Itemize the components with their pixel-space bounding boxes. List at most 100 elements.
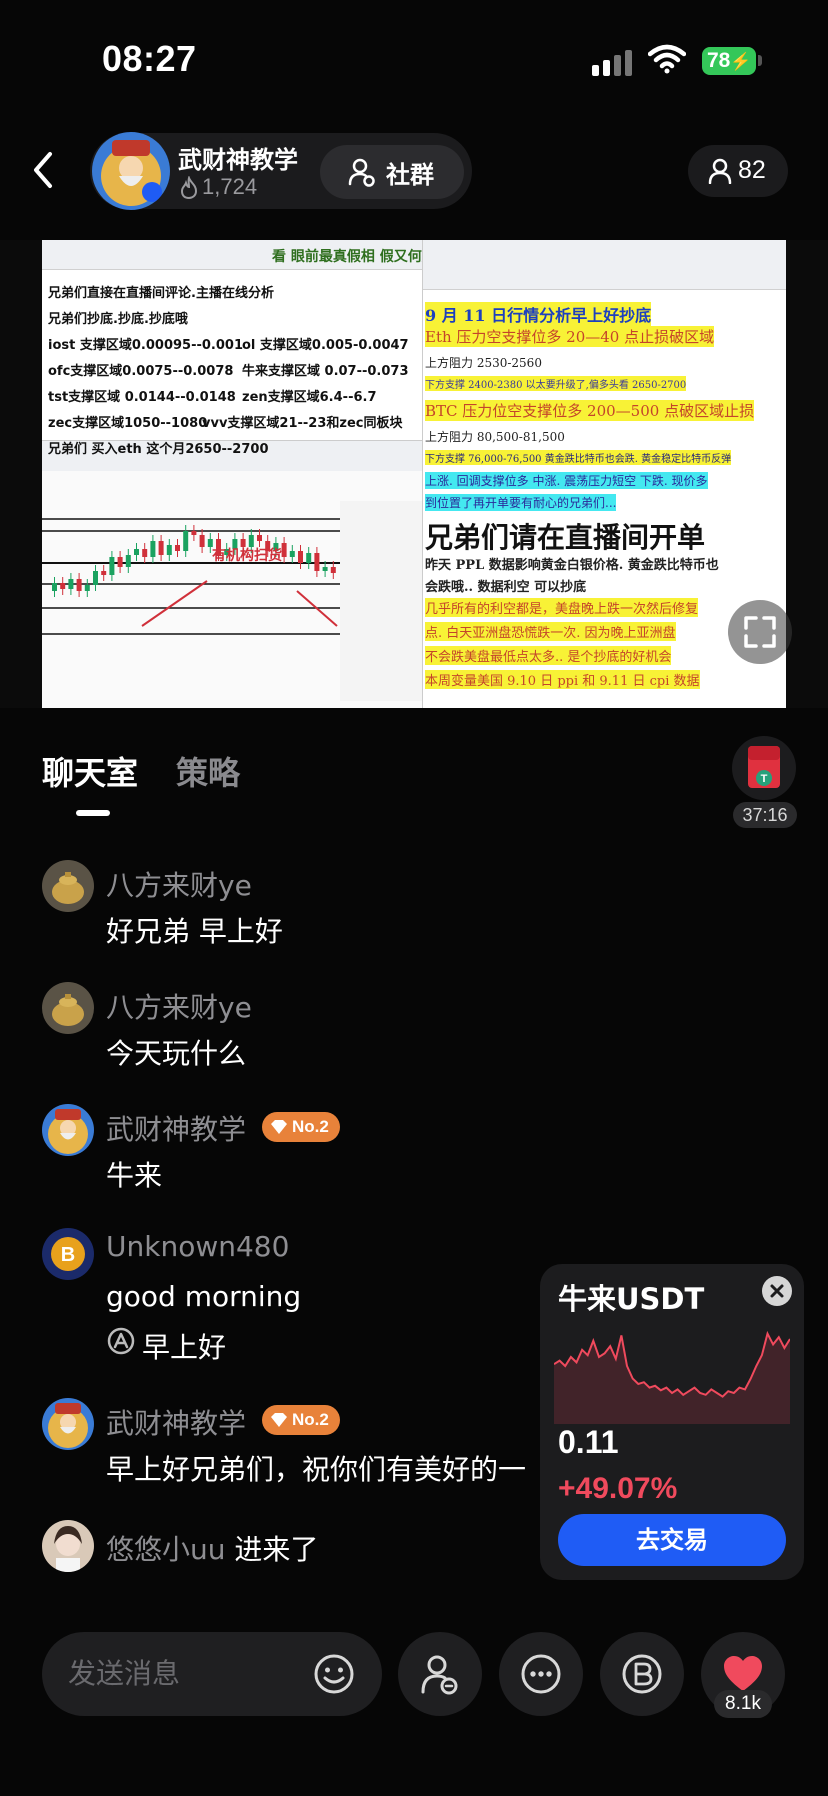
back-button[interactable] (24, 148, 64, 192)
video-text-line: vvv支撑区域21--23和zec同板块 (202, 416, 403, 431)
chart-arrow (141, 580, 338, 627)
candle-body (281, 543, 287, 557)
chat-message: 早上好兄弟们，祝你们有美好的一 (106, 1453, 527, 1486)
candle-body (306, 553, 312, 563)
avatar[interactable] (42, 1104, 94, 1156)
svg-text:T: T (761, 773, 768, 785)
candle-body (101, 571, 107, 575)
rank-badge-label: No.2 (292, 1117, 329, 1136)
chart-annotation: 有机构扫货 (212, 548, 282, 564)
host-avatar[interactable] (92, 132, 170, 210)
trade-button[interactable]: 去交易 (558, 1514, 786, 1566)
tab-active-indicator (76, 810, 110, 816)
chat-username[interactable]: 武财神教学 (106, 1108, 246, 1148)
emoji-icon[interactable] (312, 1652, 356, 1696)
video-text-line: ol 支撑区域0.005-0.0047 (242, 338, 409, 353)
doc-line: 昨天 PPL 数据影响黄金白银价格. 黄金跌比特币也 (425, 558, 719, 573)
video-left-panel: 看 眼前最真假相 假又何妨 兄弟们直接在直播间评论.主播在线分析 兄弟们抄底.抄… (42, 240, 436, 708)
avatar[interactable]: B (42, 1228, 94, 1280)
rank-badge: No.2 (262, 1112, 340, 1142)
community-icon (348, 158, 375, 187)
doc-line: 几乎所有的利空都是，美盘晚上跌一次然后修复 (425, 598, 699, 617)
host-fans-count: 1,724 (202, 174, 258, 199)
candle-body (289, 551, 295, 557)
ticker-symbol: 牛来USDT (558, 1282, 705, 1316)
chat-username[interactable]: 八方来财ye (106, 986, 252, 1026)
doc-line: Eth 压力空支撑位多 20—40 点止损破区域 (425, 326, 715, 347)
person-icon (708, 158, 732, 184)
diamond-icon (271, 1413, 287, 1427)
chat-username[interactable]: 悠悠小uu (106, 1533, 226, 1566)
wifi-icon (648, 44, 686, 74)
chat-message: 好兄弟 早上好 (106, 915, 283, 948)
more-icon (521, 1654, 561, 1694)
rank-badge: No.2 (262, 1405, 340, 1435)
doc-headline: 兄弟们请在直播间开单 (425, 521, 706, 554)
video-text-line: 兄弟们 买入eth 这个月2650--2700 (48, 442, 269, 457)
video-text-line: 牛来支撑区域 0.07--0.073 (242, 364, 409, 379)
avatar[interactable] (42, 982, 94, 1034)
chat-message: good morning (106, 1280, 302, 1313)
candle-body (298, 551, 303, 563)
crypto-button[interactable] (600, 1632, 684, 1716)
rank-badge-label: No.2 (292, 1410, 329, 1429)
follow-user-button[interactable] (398, 1632, 482, 1716)
red-packet-timer: 37:16 (733, 802, 797, 828)
candle-body (330, 567, 336, 573)
close-card-button[interactable] (762, 1276, 792, 1306)
chat-message: 牛来 (106, 1159, 163, 1192)
doc-line: 不会跌美盘最低点太多.. 是个抄底的好机会 (425, 646, 672, 665)
red-packet-icon: T (748, 746, 780, 788)
more-button[interactable] (499, 1632, 583, 1716)
candle-body (84, 585, 90, 591)
candle-body (257, 535, 262, 541)
candle-body (158, 541, 164, 555)
battery-indicator: 78⚡ (702, 47, 756, 75)
doc-line: 下方支撑 2400-2380 以太要升级了,偏多头看 2650-2700 (425, 376, 687, 391)
flame-icon (180, 176, 198, 200)
video-candlestick-chart: 有机构扫货 (42, 440, 422, 708)
candle-body (150, 541, 156, 557)
ticker-change: +49.07% (558, 1472, 678, 1505)
chat-translation: 早上好 (142, 1331, 227, 1364)
chat-username[interactable]: 武财神教学 (106, 1402, 246, 1442)
community-label: 社群 (386, 161, 434, 189)
chat-username[interactable]: 八方来财ye (106, 864, 252, 904)
video-text-line: tst支撑区域 0.0144--0.0148 (48, 390, 236, 405)
candle-body (68, 579, 74, 589)
charging-bolt-icon: ⚡ (730, 52, 752, 71)
market-ticker-card[interactable]: 牛来USDT 0.11 +49.07% 去交易 (540, 1264, 804, 1580)
tab-chat[interactable]: 聊天室 (42, 748, 138, 794)
candle-body (322, 567, 328, 571)
video-overlay-title: 看 眼前最真假相 假又何妨 (272, 249, 436, 265)
like-count: 8.1k (714, 1690, 772, 1718)
cellular-signal-icon (592, 50, 632, 76)
doc-line: 上方阻力 2530-2560 (425, 356, 542, 370)
candle-body (134, 549, 139, 555)
video-frame: 看 眼前最真假相 假又何妨 兄弟们直接在直播间评论.主播在线分析 兄弟们抄底.抄… (42, 240, 786, 708)
chat-join-notice: 悠悠小uu 进来了 (106, 1528, 318, 1568)
chat-username[interactable]: Unknown480 (106, 1230, 289, 1263)
translate-icon (107, 1327, 135, 1355)
avatar[interactable] (42, 1520, 94, 1572)
video-text-line: zec支撑区域1050--1080 (48, 416, 208, 431)
red-packet-button[interactable]: T (732, 736, 796, 800)
price-sparkline (554, 1330, 790, 1424)
candle-body (199, 535, 205, 547)
fullscreen-button[interactable] (728, 600, 792, 664)
live-video[interactable]: 看 眼前最真假相 假又何妨 兄弟们直接在直播间评论.主播在线分析 兄弟们抄底.抄… (0, 240, 828, 708)
doc-line: 点. 白天亚洲盘恐慌跌一次. 因为晚上亚洲盘 (425, 622, 676, 641)
bitcoin-icon (622, 1654, 662, 1694)
candle-body (109, 557, 115, 575)
svg-text:B: B (61, 1244, 75, 1266)
candle-body (76, 579, 82, 591)
avatar[interactable] (42, 860, 94, 912)
doc-line: 下方支撑 76,000-76,500 黄金跌比特币也会跌. 黄金稳定比特币反弹 (425, 450, 732, 465)
avatar[interactable] (42, 1398, 94, 1450)
chat-message: 进来了 (234, 1533, 319, 1566)
video-text-line: ofc支撑区域0.0075--0.0078 (48, 364, 234, 379)
candle-body (166, 545, 172, 555)
document-toolbar-strip (423, 240, 786, 290)
tab-strategy[interactable]: 策略 (176, 748, 240, 794)
expand-icon (744, 616, 776, 648)
